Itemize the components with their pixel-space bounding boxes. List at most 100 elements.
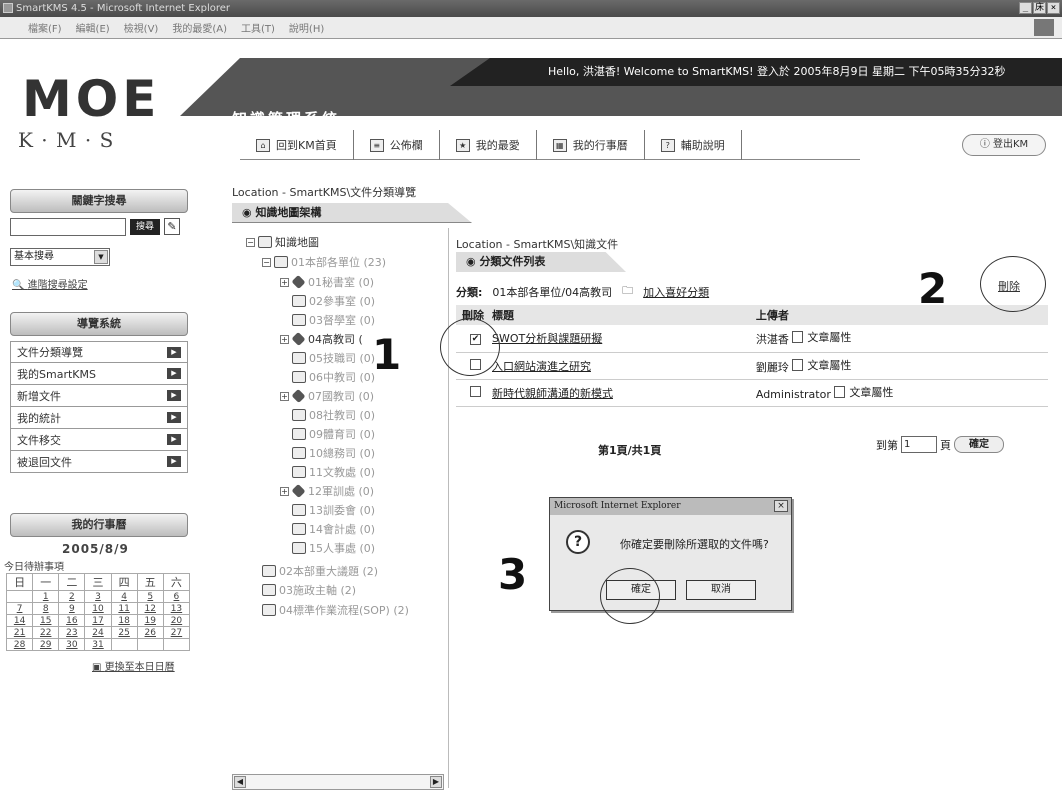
search-button[interactable]: 搜尋 [130,219,160,235]
maximize-button[interactable]: 床 [1033,2,1046,14]
calendar-day[interactable]: 30 [58,638,86,651]
tree-item[interactable]: 03施政主軸 (2) [262,582,356,598]
advanced-search-link[interactable]: 🔍 進階搜尋設定 [12,276,88,291]
tree-item[interactable]: − 知識地圖 [246,234,319,250]
row-checkbox[interactable] [470,385,481,397]
calendar-day[interactable]: 2 [58,590,86,603]
tree-item[interactable]: 10總務司 (0) [292,445,375,461]
nav-favorites[interactable]: ★ 我的最愛 [440,130,537,160]
keyword-search-input[interactable] [10,218,126,236]
calendar-day[interactable]: 12 [136,602,164,615]
calendar-day[interactable]: 15 [32,614,60,627]
calendar-day[interactable]: 14 [5,614,34,627]
calendar-day[interactable]: 13 [162,602,191,615]
logout-button[interactable]: ⓘ 登出KM [962,134,1046,156]
expand-icon[interactable]: + [280,486,289,496]
sidebar-item-new-document[interactable]: 新增文件 ▶ [10,385,188,407]
add-favorite-category-link[interactable]: 加入喜好分類 [643,284,709,300]
calendar-day[interactable] [162,638,191,651]
tree-item[interactable]: 13訓委會 (0) [292,502,375,518]
calendar-day[interactable]: 10 [84,602,112,615]
sidebar-item-my-smartkms[interactable]: 我的SmartKMS ▶ [10,363,188,385]
calendar-day[interactable]: 19 [136,614,164,627]
switch-to-today-link[interactable]: ▣ 更換至本日日曆 [92,658,175,673]
goto-page-input[interactable]: 1 [901,436,937,453]
tree-item[interactable]: 14會計處 (0) [292,521,375,537]
nav-bulletin[interactable]: ≡ 公佈欄 [354,130,440,160]
tree-item[interactable]: 03督學室 (0) [292,312,375,328]
calendar-day[interactable] [110,638,138,651]
menu-edit[interactable]: 編輯(E) [76,20,110,35]
menu-view[interactable]: 檢視(V) [124,20,159,35]
tree-item[interactable]: 08社教司 (0) [292,407,375,423]
sidebar-item-my-statistics[interactable]: 我的統計 ▶ [10,407,188,429]
search-mode-select[interactable]: 基本搜尋 ▼ [10,248,110,266]
calendar-day[interactable]: 31 [84,638,112,651]
expand-icon[interactable]: + [280,277,289,287]
calendar-day[interactable]: 21 [5,626,34,639]
calendar-day[interactable]: 16 [58,614,86,627]
calendar-day[interactable]: 4 [110,590,138,603]
collapse-icon[interactable]: − [246,237,255,247]
menu-file[interactable]: 檔案(F) [28,20,62,35]
scroll-right-icon[interactable]: ▶ [430,776,442,788]
nav-km-home[interactable]: ⌂ 回到KM首頁 [240,130,354,160]
expand-icon[interactable]: + [280,334,289,344]
menu-favorites[interactable]: 我的最愛(A) [172,20,227,35]
calendar-day[interactable]: 22 [32,626,60,639]
menu-tools[interactable]: 工具(T) [241,20,275,35]
tree-item[interactable]: +07國教司 (0) [280,388,374,404]
calendar-day[interactable]: 9 [58,602,86,615]
tree-item[interactable]: +04高教司 ( [280,331,363,347]
tree-item[interactable]: − 01本部各單位 (23) [262,254,386,270]
calendar-day[interactable]: 18 [110,614,138,627]
calendar-day[interactable]: 7 [5,602,34,615]
calendar-day[interactable]: 1 [32,590,60,603]
sidebar-item-returned-documents[interactable]: 被退回文件 ▶ [10,451,188,473]
document-properties-link[interactable]: 文章屬性 [834,384,893,400]
minimize-button[interactable]: _ [1019,2,1032,14]
calendar-day[interactable]: 6 [162,590,191,603]
document-properties-link[interactable]: 文章屬性 [792,329,851,345]
calendar-day[interactable]: 29 [32,638,60,651]
tree-item[interactable]: 15人事處 (0) [292,540,375,556]
calendar-day[interactable]: 20 [162,614,191,627]
collapse-icon[interactable]: − [262,257,271,267]
tree-item[interactable]: +01秘書室 (0) [280,274,374,290]
scroll-left-icon[interactable]: ◀ [234,776,246,788]
document-title-link[interactable]: SWOT分析與課題研擬 [492,332,602,345]
expand-icon[interactable]: + [280,391,289,401]
calendar-day[interactable]: 24 [84,626,112,639]
calendar-day[interactable]: 27 [162,626,191,639]
tree-item[interactable]: 02本部重大議題 (2) [262,563,378,579]
goto-confirm-button[interactable]: 確定 [954,436,1004,453]
calendar-day[interactable]: 26 [136,626,164,639]
tree-item[interactable]: 04標準作業流程(SOP) (2) [262,602,409,618]
calendar-day[interactable]: 25 [110,626,138,639]
nav-help[interactable]: ? 輔助說明 [645,130,742,160]
calendar-day[interactable]: 17 [84,614,112,627]
document-title-link[interactable]: 新時代親師溝通的新模式 [492,387,613,400]
calendar-day[interactable] [136,638,164,651]
tree-item[interactable]: 11文教處 (0) [292,464,375,480]
sidebar-item-category-browse[interactable]: 文件分類導覽 ▶ [10,341,188,363]
sidebar-item-document-transfer[interactable]: 文件移交 ▶ [10,429,188,451]
document-title-link[interactable]: 入口網站演進之研究 [492,360,591,373]
calendar-day[interactable] [5,590,34,603]
dialog-cancel-button[interactable]: 取消 [686,580,756,600]
calendar-day[interactable]: 3 [84,590,112,603]
tree-item[interactable]: 02參事室 (0) [292,293,375,309]
nav-calendar[interactable]: ▦ 我的行事曆 [537,130,645,160]
calendar-day[interactable]: 23 [58,626,86,639]
calendar-day[interactable]: 5 [136,590,164,603]
tree-item[interactable]: +12軍訓處 (0) [280,483,374,499]
dialog-close-button[interactable]: × [774,500,788,512]
edit-pen-icon[interactable]: ✎ [164,218,180,235]
menu-help[interactable]: 說明(H) [289,20,324,35]
tree-horizontal-scrollbar[interactable]: ◀ ▶ [232,774,444,790]
tree-item[interactable]: 06中教司 (0) [292,369,375,385]
calendar-day[interactable]: 11 [110,602,138,615]
tree-item[interactable]: 09體育司 (0) [292,426,375,442]
close-window-button[interactable]: × [1047,2,1060,14]
document-list-tab[interactable]: ◉ 分類文件列表 [456,252,626,272]
